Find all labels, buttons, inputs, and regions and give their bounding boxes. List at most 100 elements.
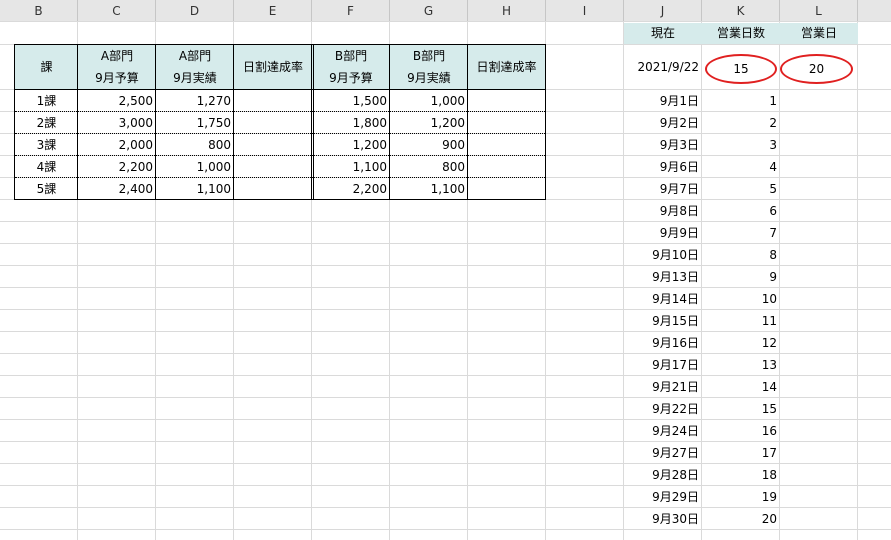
column-header-blank[interactable] bbox=[858, 0, 891, 22]
calendar-date[interactable]: 9月3日 bbox=[624, 134, 702, 156]
calendar-date[interactable]: 9月6日 bbox=[624, 156, 702, 178]
table-cell-b-actual[interactable]: 800 bbox=[390, 156, 468, 178]
calendar-header-now[interactable]: 現在 bbox=[624, 22, 702, 45]
calendar-day-number[interactable]: 8 bbox=[702, 244, 780, 266]
calendar-date[interactable]: 9月28日 bbox=[624, 464, 702, 486]
header-b-budget[interactable]: B部門 9月予算 bbox=[312, 45, 390, 90]
calendar-day-number[interactable]: 5 bbox=[702, 178, 780, 200]
calendar-date[interactable]: 9月10日 bbox=[624, 244, 702, 266]
column-header-g[interactable]: G bbox=[390, 0, 468, 22]
table-cell-a-budget[interactable]: 2,200 bbox=[78, 156, 156, 178]
calendar-day-number[interactable]: 16 bbox=[702, 420, 780, 442]
calendar-day-number[interactable]: 3 bbox=[702, 134, 780, 156]
table-cell-a-rate[interactable] bbox=[234, 90, 312, 112]
table-cell-b-budget[interactable]: 1,800 bbox=[312, 112, 390, 134]
table-cell-b-actual[interactable]: 1,200 bbox=[390, 112, 468, 134]
header-b-actual[interactable]: B部門 9月実績 bbox=[390, 45, 468, 90]
header-a-actual[interactable]: A部門 9月実績 bbox=[156, 45, 234, 90]
calendar-day-number[interactable]: 19 bbox=[702, 486, 780, 508]
calendar-date[interactable]: 9月24日 bbox=[624, 420, 702, 442]
calendar-header-days[interactable]: 営業日数 bbox=[702, 22, 780, 45]
calendar-date[interactable]: 9月1日 bbox=[624, 90, 702, 112]
table-cell-ka[interactable]: 2課 bbox=[15, 112, 78, 134]
calendar-day-number[interactable]: 11 bbox=[702, 310, 780, 332]
table-cell-b-budget[interactable]: 1,200 bbox=[312, 134, 390, 156]
table-cell-a-actual[interactable]: 800 bbox=[156, 134, 234, 156]
table-cell-b-rate[interactable] bbox=[468, 178, 545, 200]
calendar-day-number[interactable]: 18 bbox=[702, 464, 780, 486]
table-cell-ka[interactable]: 4課 bbox=[15, 156, 78, 178]
calendar-date[interactable]: 9月14日 bbox=[624, 288, 702, 310]
calendar-date[interactable]: 9月15日 bbox=[624, 310, 702, 332]
column-header-i[interactable]: I bbox=[546, 0, 624, 22]
biz-days-oval[interactable]: 20 bbox=[780, 54, 853, 84]
table-cell-b-budget[interactable]: 1,100 bbox=[312, 156, 390, 178]
calendar-day-number[interactable]: 9 bbox=[702, 266, 780, 288]
column-header-k[interactable]: K bbox=[702, 0, 780, 22]
table-cell-b-rate[interactable] bbox=[468, 90, 545, 112]
calendar-day-number[interactable]: 17 bbox=[702, 442, 780, 464]
column-header-h[interactable]: H bbox=[468, 0, 546, 22]
table-cell-b-actual[interactable]: 1,000 bbox=[390, 90, 468, 112]
column-header-b[interactable]: B bbox=[0, 0, 78, 22]
calendar-day-number[interactable]: 1 bbox=[702, 90, 780, 112]
calendar-day-number[interactable]: 2 bbox=[702, 112, 780, 134]
table-cell-a-budget[interactable]: 2,400 bbox=[78, 178, 156, 200]
column-header-c[interactable]: C bbox=[78, 0, 156, 22]
table-cell-a-rate[interactable] bbox=[234, 112, 312, 134]
table-cell-ka[interactable]: 1課 bbox=[15, 90, 78, 112]
table-cell-b-rate[interactable] bbox=[468, 156, 545, 178]
column-header-l[interactable]: L bbox=[780, 0, 858, 22]
table-cell-a-actual[interactable]: 1,000 bbox=[156, 156, 234, 178]
current-date-cell[interactable]: 2021/9/22 bbox=[624, 45, 702, 90]
table-cell-b-rate[interactable] bbox=[468, 134, 545, 156]
calendar-day-number[interactable]: 4 bbox=[702, 156, 780, 178]
table-cell-a-rate[interactable] bbox=[234, 156, 312, 178]
calendar-date[interactable]: 9月7日 bbox=[624, 178, 702, 200]
table-cell-a-rate[interactable] bbox=[234, 134, 312, 156]
table-cell-b-budget[interactable]: 2,200 bbox=[312, 178, 390, 200]
calendar-day-number[interactable]: 13 bbox=[702, 354, 780, 376]
column-header-d[interactable]: D bbox=[156, 0, 234, 22]
table-cell-b-rate[interactable] bbox=[468, 112, 545, 134]
calendar-date[interactable]: 9月8日 bbox=[624, 200, 702, 222]
days-count-oval[interactable]: 15 bbox=[705, 54, 777, 84]
calendar-day-number[interactable]: 15 bbox=[702, 398, 780, 420]
header-ka[interactable]: 課 bbox=[15, 45, 78, 90]
table-cell-a-actual[interactable]: 1,100 bbox=[156, 178, 234, 200]
table-cell-a-budget[interactable]: 2,500 bbox=[78, 90, 156, 112]
table-cell-ka[interactable]: 3課 bbox=[15, 134, 78, 156]
calendar-day-number[interactable]: 7 bbox=[702, 222, 780, 244]
calendar-date[interactable]: 9月16日 bbox=[624, 332, 702, 354]
table-cell-a-rate[interactable] bbox=[234, 178, 312, 200]
calendar-date[interactable]: 9月2日 bbox=[624, 112, 702, 134]
table-cell-a-budget[interactable]: 2,000 bbox=[78, 134, 156, 156]
calendar-date[interactable]: 9月22日 bbox=[624, 398, 702, 420]
header-a-rate[interactable]: 日割達成率 bbox=[234, 45, 312, 90]
calendar-date[interactable]: 9月13日 bbox=[624, 266, 702, 288]
column-header-e[interactable]: E bbox=[234, 0, 312, 22]
calendar-date[interactable]: 9月9日 bbox=[624, 222, 702, 244]
table-cell-b-actual[interactable]: 1,100 bbox=[390, 178, 468, 200]
table-cell-a-budget[interactable]: 3,000 bbox=[78, 112, 156, 134]
table-cell-b-budget[interactable]: 1,500 bbox=[312, 90, 390, 112]
calendar-date[interactable]: 9月17日 bbox=[624, 354, 702, 376]
column-header-j[interactable]: J bbox=[624, 0, 702, 22]
calendar-date[interactable]: 9月21日 bbox=[624, 376, 702, 398]
column-header-f[interactable]: F bbox=[312, 0, 390, 22]
calendar-date[interactable]: 9月27日 bbox=[624, 442, 702, 464]
table-cell-ka[interactable]: 5課 bbox=[15, 178, 78, 200]
header-a-budget[interactable]: A部門 9月予算 bbox=[78, 45, 156, 90]
table-cell-b-actual[interactable]: 900 bbox=[390, 134, 468, 156]
header-b-rate[interactable]: 日割達成率 bbox=[468, 45, 545, 90]
calendar-header-bizday[interactable]: 営業日 bbox=[780, 22, 858, 45]
calendar-day-number[interactable]: 12 bbox=[702, 332, 780, 354]
calendar-day-number[interactable]: 14 bbox=[702, 376, 780, 398]
calendar-date[interactable]: 9月30日 bbox=[624, 508, 702, 530]
table-cell-a-actual[interactable]: 1,270 bbox=[156, 90, 234, 112]
table-cell-a-actual[interactable]: 1,750 bbox=[156, 112, 234, 134]
calendar-day-number[interactable]: 6 bbox=[702, 200, 780, 222]
calendar-day-number[interactable]: 10 bbox=[702, 288, 780, 310]
calendar-date[interactable]: 9月29日 bbox=[624, 486, 702, 508]
calendar-day-number[interactable]: 20 bbox=[702, 508, 780, 530]
